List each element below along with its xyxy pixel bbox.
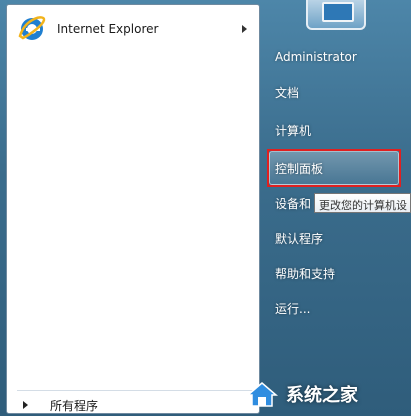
internet-explorer-icon <box>17 14 47 44</box>
all-programs-button[interactable]: 所有程序 <box>13 395 257 415</box>
menu-item-label: 计算机 <box>275 123 312 138</box>
menu-item-label: 默认程序 <box>275 231 324 246</box>
menu-item-label: 设备和 <box>275 196 312 211</box>
arrow-right-icon <box>23 401 28 409</box>
monitor-icon <box>322 2 354 22</box>
all-programs-label: 所有程序 <box>50 398 99 413</box>
menu-item-administrator[interactable]: Administrator <box>270 44 400 70</box>
divider <box>17 390 255 391</box>
menu-item-label: 运行... <box>275 301 311 316</box>
menu-item-default-programs[interactable]: 默认程序 <box>270 225 400 251</box>
menu-item-label: Administrator <box>275 50 357 64</box>
submenu-arrow-icon[interactable] <box>242 25 247 33</box>
start-menu: Internet Explorer 所有程序 Administrator 文档 … <box>0 0 411 416</box>
menu-item-label: 控制面板 <box>275 161 324 176</box>
menu-item-run[interactable]: 运行... <box>270 295 400 321</box>
programs-pane: Internet Explorer 所有程序 <box>6 4 260 414</box>
watermark: 系统之家 <box>240 372 411 416</box>
menu-item-help-and-support[interactable]: 帮助和支持 <box>270 260 400 286</box>
menu-item-label: 文档 <box>275 85 300 100</box>
user-picture[interactable] <box>306 0 366 30</box>
menu-item-label: 帮助和支持 <box>275 266 336 281</box>
menu-item-control-panel[interactable]: 控制面板 <box>270 155 400 181</box>
pinned-item-label: Internet Explorer <box>57 22 159 36</box>
tooltip: 更改您的计算机设 <box>314 193 411 213</box>
watermark-text: 系统之家 <box>286 385 358 406</box>
menu-item-computer[interactable]: 计算机 <box>270 117 400 143</box>
menu-item-documents[interactable]: 文档 <box>270 79 400 105</box>
watermark-logo-icon <box>244 379 280 409</box>
pinned-item-internet-explorer[interactable]: Internet Explorer <box>11 9 255 49</box>
